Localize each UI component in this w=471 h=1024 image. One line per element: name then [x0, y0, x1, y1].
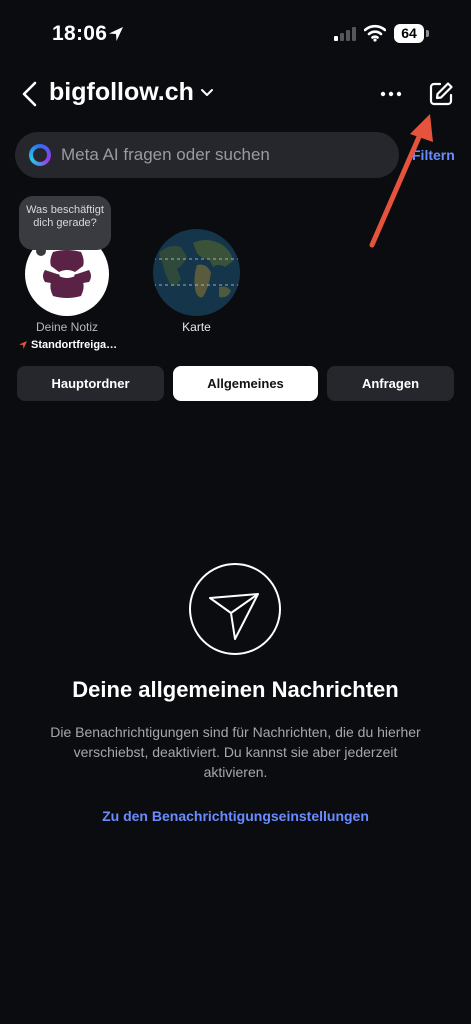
note-bubble[interactable]: Was beschäftigt dich gerade? [19, 196, 111, 250]
battery-icon: 64 [394, 24, 424, 43]
map-pin-icon [19, 341, 27, 349]
tab-hauptordner[interactable]: Hauptordner [17, 366, 164, 401]
compose-icon[interactable] [428, 81, 454, 107]
status-bar: 18:06 64 [0, 0, 471, 70]
notification-settings-link[interactable]: Zu den Benachrichtigungseinstellungen [0, 808, 471, 824]
globe-map-image [153, 229, 240, 316]
back-chevron-icon[interactable] [18, 80, 42, 108]
paper-plane-icon [189, 563, 281, 655]
tab-allgemeines[interactable]: Allgemeines [173, 366, 318, 401]
search-input[interactable]: Meta AI fragen oder suchen [15, 132, 399, 178]
direct-messages-screen: 18:06 64 bigfollow.ch Meta AI fragen ode… [0, 0, 471, 1024]
empty-state-title: Deine allgemeinen Nachrichten [72, 677, 399, 702]
meta-ai-icon [29, 144, 51, 166]
my-note-label: Deine Notiz [35, 320, 99, 334]
location-sharing-tag[interactable]: Standortfreiga… [18, 339, 117, 351]
search-placeholder: Meta AI fragen oder suchen [61, 145, 270, 164]
more-icon[interactable] [378, 82, 404, 106]
wifi-icon [364, 24, 386, 42]
note-bubble-tail [36, 246, 46, 256]
empty-state-text: Die Benachrichtigungen sind für Nachrich… [50, 724, 421, 780]
map-thumbnail[interactable] [153, 229, 240, 316]
tab-anfragen[interactable]: Anfragen [327, 366, 454, 401]
filter-button[interactable]: Filtern [412, 147, 455, 163]
map-label: Karte [182, 320, 211, 334]
annotation-arrow [369, 114, 433, 248]
status-time: 18:06 [52, 22, 108, 45]
chevron-down-icon [200, 88, 213, 96]
location-arrow-icon [109, 27, 123, 41]
battery-tip [426, 30, 429, 37]
location-sharing-label: Standortfreiga… [31, 339, 118, 351]
signal-icon [334, 27, 356, 41]
account-title: bigfollow.ch [49, 78, 194, 106]
account-switcher[interactable]: bigfollow.ch [49, 78, 214, 107]
